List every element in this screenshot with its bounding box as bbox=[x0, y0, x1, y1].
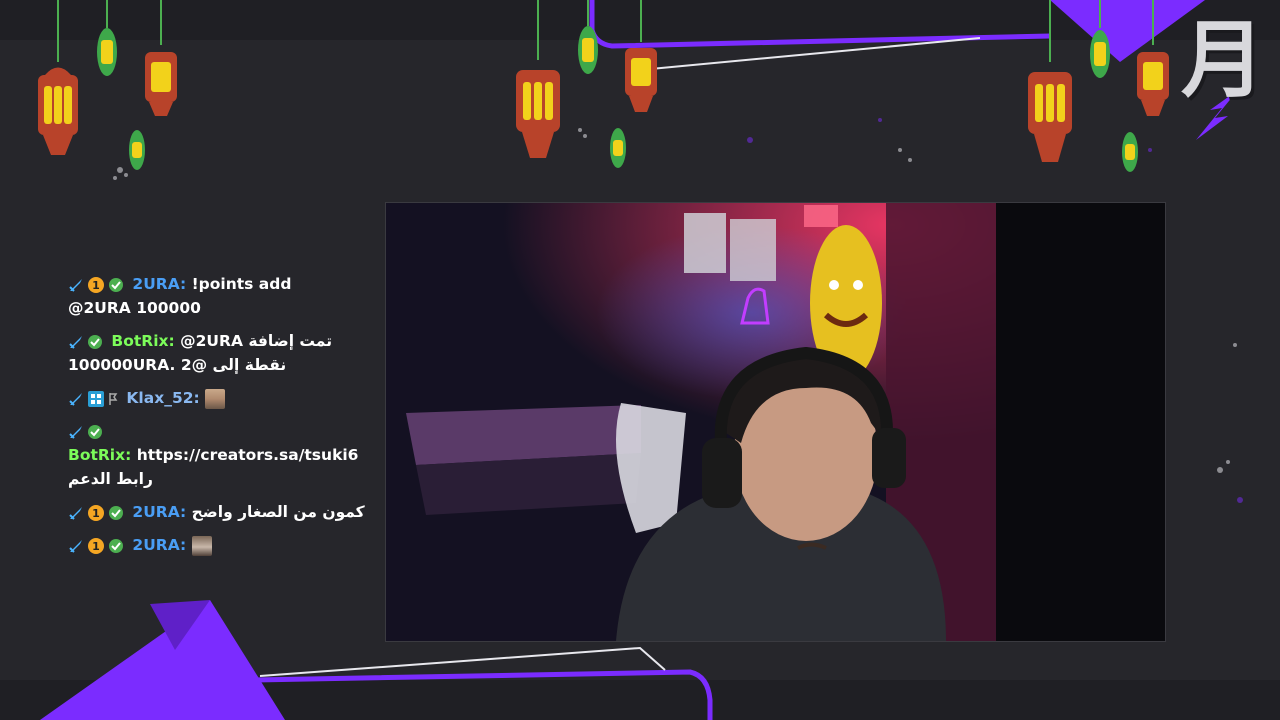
sword-icon bbox=[68, 391, 84, 407]
svg-text:1: 1 bbox=[92, 540, 100, 553]
svg-text:1: 1 bbox=[92, 507, 100, 520]
chat-link[interactable]: https://creators.sa/tsuki6 bbox=[137, 446, 359, 464]
chat-text: رابط الدعم bbox=[68, 470, 153, 488]
poster bbox=[684, 213, 726, 273]
verified-icon bbox=[108, 538, 124, 554]
lantern-icon bbox=[1135, 0, 1171, 118]
lantern-icon bbox=[1025, 0, 1075, 168]
sword-icon bbox=[68, 424, 84, 440]
sword-icon bbox=[68, 538, 84, 554]
chat-text: !points add bbox=[191, 275, 292, 293]
kick-badge-icon bbox=[87, 390, 105, 408]
lantern-icon bbox=[143, 0, 179, 118]
lantern-icon bbox=[513, 0, 563, 165]
verified-icon bbox=[87, 334, 103, 350]
lantern-icon bbox=[33, 0, 83, 165]
face-emote bbox=[205, 388, 226, 409]
rank-1-badge: 1 bbox=[87, 537, 105, 555]
chat-username[interactable]: Klax_52: bbox=[126, 389, 199, 407]
chat-text: 100000URA. نقطة إلى @2 bbox=[68, 356, 287, 374]
chat-text: @2URA 100000 bbox=[68, 299, 201, 317]
man-emote bbox=[191, 535, 212, 556]
poster bbox=[730, 219, 776, 281]
chat-username[interactable]: 2URA: bbox=[132, 536, 186, 554]
chat-message: 1 2URA: bbox=[68, 533, 368, 557]
rank-1-badge: 1 bbox=[87, 504, 105, 522]
lantern-icon bbox=[96, 0, 118, 82]
webcam-feed bbox=[385, 202, 1166, 642]
verified-icon bbox=[87, 424, 103, 440]
chat-message: 1 2URA: !points add @2URA 100000 bbox=[68, 272, 368, 320]
chat-message: BotRix: @2URA تمت إضافة 100000URA. نقطة … bbox=[68, 329, 368, 377]
sword-icon bbox=[68, 277, 84, 293]
channel-logo: 月 bbox=[1180, 10, 1265, 109]
svg-text:1: 1 bbox=[92, 279, 100, 292]
chat-text: @2URA تمت إضافة bbox=[180, 332, 333, 350]
sword-icon bbox=[68, 334, 84, 350]
chat-message: 1 2URA: كمون من الصغار واضح bbox=[68, 500, 368, 524]
sword-icon bbox=[68, 505, 84, 521]
rank-1-badge: 1 bbox=[87, 276, 105, 294]
chat-text: كمون من الصغار واضح bbox=[191, 503, 365, 521]
lantern-icon bbox=[128, 128, 146, 172]
lantern-icon bbox=[1121, 130, 1139, 174]
chat-feed: 1 2URA: !points add @2URA 100000 BotRix:… bbox=[68, 272, 368, 566]
chat-message: BotRix: https://creators.sa/tsuki6 رابط … bbox=[68, 419, 368, 491]
lantern-icon bbox=[577, 0, 599, 82]
chat-username[interactable]: BotRix: bbox=[111, 332, 174, 350]
verified-icon bbox=[108, 277, 124, 293]
lantern-icon bbox=[1089, 0, 1111, 84]
lantern-icon bbox=[623, 0, 659, 115]
chat-username[interactable]: 2URA: bbox=[132, 503, 186, 521]
chat-message: Klax_52: bbox=[68, 386, 368, 410]
verified-icon bbox=[108, 505, 124, 521]
chat-username[interactable]: BotRix: bbox=[68, 446, 131, 464]
lantern-icon bbox=[609, 126, 627, 170]
webcam-scene bbox=[386, 203, 1165, 641]
flag-icon bbox=[108, 392, 118, 406]
chat-username[interactable]: 2URA: bbox=[132, 275, 186, 293]
